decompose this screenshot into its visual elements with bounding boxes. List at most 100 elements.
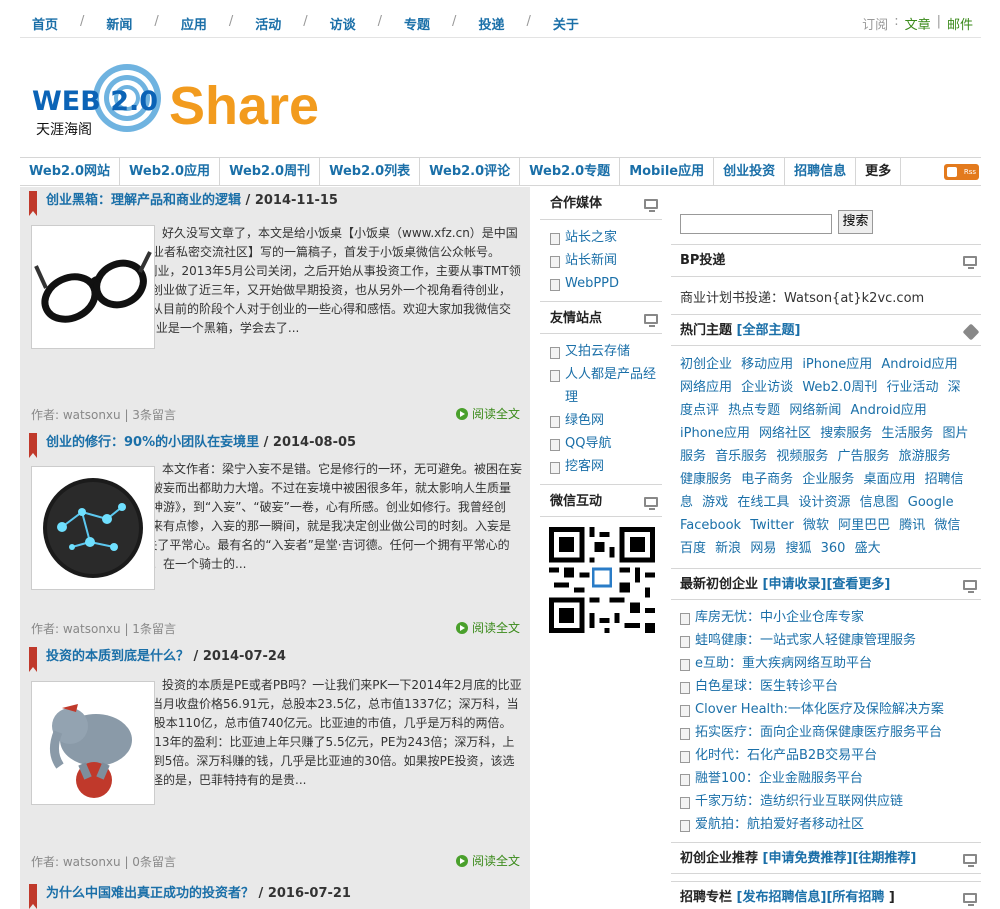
main-category-nav: Web2.0网站 Web2.0应用 Web2.0周刊 Web2.0列表 Web2…	[20, 157, 981, 186]
search-input[interactable]	[680, 214, 832, 234]
read-more-link[interactable]: 阅读全文	[455, 619, 520, 636]
topic-tag[interactable]: iPhone应用	[680, 426, 750, 441]
nav-jobs[interactable]: 招聘信息	[785, 158, 857, 185]
list-item[interactable]: WebPPD	[550, 272, 662, 295]
topic-tag[interactable]: Twitter	[750, 518, 794, 533]
topic-tag[interactable]: 搜狐	[785, 541, 811, 556]
topic-tag[interactable]: 盛大	[855, 541, 881, 556]
top-nav-about[interactable]: 关于	[553, 14, 579, 33]
nav-web20-list[interactable]: Web2.0列表	[320, 158, 421, 185]
startup-item[interactable]: 库房无忧：中小企业仓库专家	[680, 606, 981, 629]
topic-tag[interactable]: 阿里巴巴	[838, 518, 890, 533]
search-button[interactable]: 搜索	[838, 210, 873, 234]
topic-tag[interactable]: 腾讯	[899, 518, 925, 533]
topic-tag[interactable]: iPhone应用	[802, 357, 872, 372]
nav-web20-apps[interactable]: Web2.0应用	[120, 158, 221, 185]
nav-web20-topics[interactable]: Web2.0专题	[520, 158, 621, 185]
nav-web20-sites[interactable]: Web2.0网站	[20, 158, 121, 185]
post-thumbnail-elephant[interactable]	[31, 681, 155, 805]
site-logo[interactable]: WEB 2.0 天涯海阁 Share	[32, 62, 342, 140]
top-nav-events[interactable]: 活动	[255, 14, 281, 33]
nav-mobile-apps[interactable]: Mobile应用	[620, 158, 715, 185]
startup-item[interactable]: e互助：重大疾病网络互助平台	[680, 652, 981, 675]
startup-item[interactable]: 爱航拍：航拍爱好者移动社区	[680, 813, 981, 836]
post-title[interactable]: 创业的修行：90%的小团队在妄境里	[46, 435, 259, 450]
topic-tag[interactable]: 行业活动	[886, 380, 938, 395]
startup-item[interactable]: 蛙鸣健康：一站式家人轻健康管理服务	[680, 629, 981, 652]
list-item[interactable]: 人人都是产品经理	[550, 363, 662, 409]
startup-item[interactable]: 拓实医疗：面向企业商保健康医疗服务平台	[680, 721, 981, 744]
top-nav-news[interactable]: 新闻	[106, 14, 132, 33]
read-more-link[interactable]: 阅读全文	[455, 852, 520, 869]
all-jobs-link[interactable]: [所有招聘	[826, 890, 884, 905]
list-item[interactable]: 站长新闻	[550, 249, 662, 272]
topic-tag[interactable]: 微信	[934, 518, 960, 533]
topic-tag[interactable]: Google	[908, 495, 954, 510]
post-title[interactable]: 创业黑箱：理解产品和商业的逻辑	[46, 193, 241, 208]
topic-tag[interactable]: 热点专题	[728, 403, 780, 418]
subscribe-articles-link[interactable]: 文章	[905, 14, 931, 33]
startup-item[interactable]: 化时代：石化产品B2B交易平台	[680, 744, 981, 767]
topic-tag[interactable]: 新浪	[715, 541, 741, 556]
topic-tag[interactable]: Facebook	[680, 518, 741, 533]
topic-tag[interactable]: 百度	[680, 541, 706, 556]
list-item[interactable]: 站长之家	[550, 226, 662, 249]
topic-tag[interactable]: 企业服务	[802, 472, 854, 487]
topic-tag[interactable]: 微软	[803, 518, 829, 533]
list-item[interactable]: 又拍云存储	[550, 340, 662, 363]
topic-tag[interactable]: 网络应用	[680, 380, 732, 395]
top-nav-submit[interactable]: 投递	[478, 14, 504, 33]
top-nav-home[interactable]: 首页	[32, 14, 58, 33]
nav-web20-weekly[interactable]: Web2.0周刊	[220, 158, 321, 185]
topic-tag[interactable]: Android应用	[850, 403, 926, 418]
topic-tag[interactable]: 音乐服务	[715, 449, 767, 464]
topic-tag[interactable]: 在线工具	[737, 495, 789, 510]
topic-tag[interactable]: 桌面应用	[863, 472, 915, 487]
apply-recommend-link[interactable]: [申请免费推荐]	[763, 851, 853, 866]
topic-tag[interactable]: 企业访谈	[741, 380, 793, 395]
topic-tag[interactable]: 广告服务	[837, 449, 889, 464]
rss-icon[interactable]: Rss	[944, 164, 979, 180]
topic-tag[interactable]: 电子商务	[741, 472, 793, 487]
topic-tag[interactable]: 设计资源	[798, 495, 850, 510]
topic-tag[interactable]: 网络新闻	[789, 403, 841, 418]
nav-web20-reviews[interactable]: Web2.0评论	[420, 158, 521, 185]
post-thumbnail-orb[interactable]	[31, 466, 155, 590]
read-more-link[interactable]: 阅读全文	[455, 405, 520, 422]
top-nav-apps[interactable]: 应用	[181, 14, 207, 33]
topic-tag[interactable]: 移动应用	[741, 357, 793, 372]
apply-listing-link[interactable]: [申请收录]	[763, 577, 827, 592]
list-item[interactable]: 绿色网	[550, 409, 662, 432]
post-job-link[interactable]: [发布招聘信息]	[737, 890, 827, 905]
topic-tag[interactable]: 搜索服务	[820, 426, 872, 441]
top-nav-topics[interactable]: 专题	[404, 14, 430, 33]
list-item[interactable]: QQ导航	[550, 432, 662, 455]
startup-item[interactable]: 融誉100：企业金融服务平台	[680, 767, 981, 790]
list-item[interactable]: 挖客网	[550, 455, 662, 478]
topic-tag[interactable]: 生活服务	[881, 426, 933, 441]
topic-tag[interactable]: 初创企业	[680, 357, 732, 372]
topic-tag[interactable]: 旅游服务	[899, 449, 951, 464]
post-thumbnail-glasses[interactable]	[31, 225, 155, 349]
topic-tag[interactable]: 信息图	[860, 495, 899, 510]
topic-tag[interactable]: 健康服务	[680, 472, 732, 487]
startup-item[interactable]: Clover Health:一体化医疗及保险解决方案	[680, 698, 981, 721]
topic-tag[interactable]: 游戏	[702, 495, 728, 510]
post-title[interactable]: 为什么中国难出真正成功的投资者？	[46, 886, 254, 901]
nav-startup-investment[interactable]: 创业投资	[714, 158, 786, 185]
top-nav-interviews[interactable]: 访谈	[330, 14, 356, 33]
past-recommend-link[interactable]: [往期推荐]	[852, 851, 916, 866]
topic-tag[interactable]: 360	[821, 541, 846, 556]
post-title[interactable]: 投资的本质到底是什么？	[46, 649, 189, 664]
nav-more[interactable]: 更多	[856, 158, 902, 185]
topic-tag[interactable]: 视频服务	[776, 449, 828, 464]
topic-tag[interactable]: Web2.0周刊	[802, 380, 877, 395]
topic-tag[interactable]: 网易	[750, 541, 776, 556]
startup-item[interactable]: 千家万纺：造纺织行业互联网供应链	[680, 790, 981, 813]
view-more-link[interactable]: [查看更多]	[826, 577, 890, 592]
startup-item[interactable]: 白色星球：医生转诊平台	[680, 675, 981, 698]
topic-tag[interactable]: 网络社区	[759, 426, 811, 441]
subscribe-mail-link[interactable]: 邮件	[947, 14, 973, 33]
topic-tag[interactable]: Android应用	[881, 357, 957, 372]
all-topics-link[interactable]: [全部主题]	[737, 323, 801, 338]
